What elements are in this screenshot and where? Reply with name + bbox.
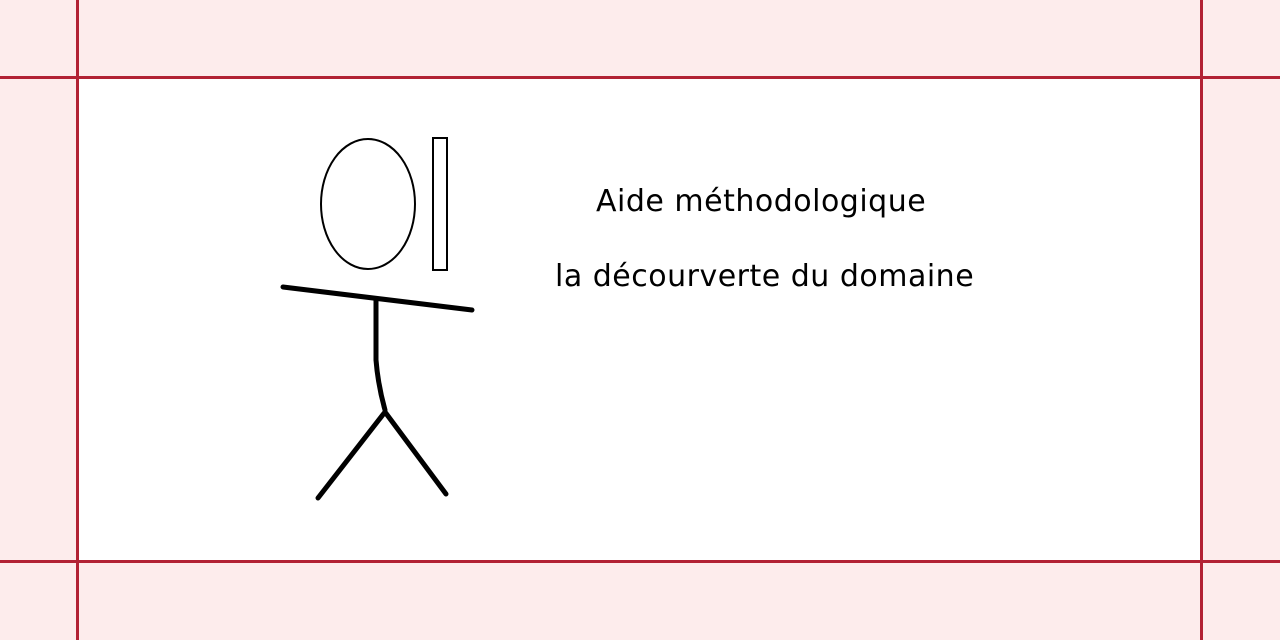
slide-panel xyxy=(79,79,1200,560)
frame-line-right xyxy=(1200,0,1203,640)
legs-shape xyxy=(315,409,449,501)
slide-subtitle: la décourverte du domaine xyxy=(555,259,975,294)
frame-line-bottom xyxy=(0,560,1280,563)
body-shape xyxy=(373,297,388,413)
frame-line-left xyxy=(76,0,79,640)
stick-figure-icon xyxy=(280,137,475,501)
mirror-shape xyxy=(432,137,448,271)
frame-line-top xyxy=(0,76,1280,79)
head-shape xyxy=(320,138,416,270)
slide-title: Aide méthodologique xyxy=(596,184,927,219)
